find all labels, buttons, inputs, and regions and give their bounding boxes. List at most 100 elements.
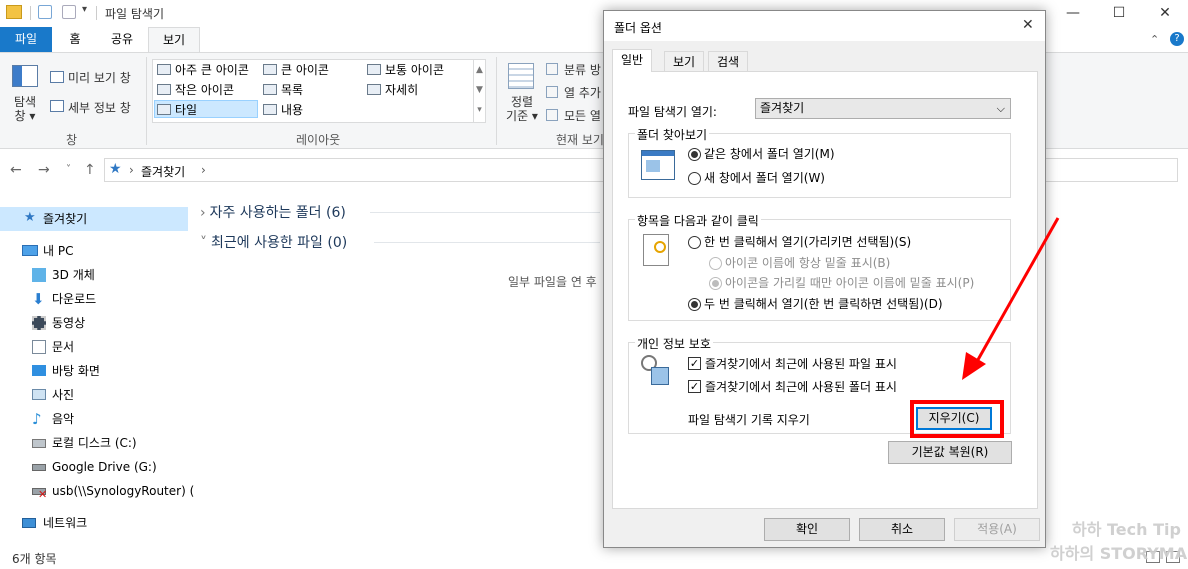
group-header-frequent[interactable]: › 자주 사용하는 폴더 (6): [200, 202, 346, 222]
details-pane-button[interactable]: 세부 정보 창: [68, 99, 131, 116]
layout-content[interactable]: 내용: [261, 101, 303, 119]
show-frequent-folders-checkbox[interactable]: ✓ 즐겨찾기에서 최근에 사용된 폴더 표시: [688, 379, 897, 395]
minimize-button[interactable]: —: [1050, 0, 1096, 26]
sidebar-item-desktop[interactable]: 바탕 화면: [0, 359, 188, 383]
open-explorer-select[interactable]: 즐겨찾기 ⌵: [755, 98, 1011, 119]
sidebar-item-local-disk[interactable]: 로컬 디스크 (C:): [0, 431, 188, 455]
document-icon: [32, 340, 46, 354]
breadcrumb-chevron-icon: ›: [129, 163, 134, 177]
preview-pane-icon: [50, 71, 64, 83]
sidebar-item-music[interactable]: ♪ 음악: [0, 407, 188, 431]
sidebar-item-network[interactable]: 네트워크: [0, 511, 188, 535]
preview-pane-button[interactable]: 미리 보기 창: [68, 69, 131, 86]
underline-always-radio[interactable]: 아이콘 이름에 항상 밑줄 표시(B): [709, 255, 890, 271]
layout-large-icons[interactable]: 큰 아이콘: [261, 61, 329, 79]
sidebar-item-downloads[interactable]: ⬇ 다운로드: [0, 287, 188, 311]
help-icon[interactable]: ?: [1170, 32, 1184, 46]
tab-home[interactable]: 홈: [56, 27, 94, 52]
double-click-radio[interactable]: 두 번 클릭해서 열기(한 번 클릭하면 선택됨)(D): [688, 296, 943, 312]
close-button[interactable]: ✕: [1142, 0, 1188, 26]
computer-icon: [22, 245, 38, 256]
gallery-scroll[interactable]: ▲ ▼ ▾: [473, 60, 485, 122]
content-icon: [263, 104, 277, 115]
show-recent-files-checkbox[interactable]: ✓ 즐겨찾기에서 최근에 사용된 파일 표시: [688, 356, 897, 372]
sidebar-item-pictures[interactable]: 사진: [0, 383, 188, 407]
add-columns-icon: [546, 86, 558, 98]
ok-button[interactable]: 확인: [764, 518, 850, 541]
layout-label: 내용: [281, 103, 304, 117]
empty-message: 일부 파일을 연 후: [508, 275, 597, 289]
sort-by-button[interactable]: 정렬 기준 ▾: [506, 95, 538, 123]
layout-label: 작은 아이콘: [175, 83, 235, 97]
breadcrumb-location[interactable]: 즐겨찾기: [141, 163, 185, 180]
sidebar-item-google-drive[interactable]: Google Drive (G:): [0, 455, 188, 479]
restore-defaults-button[interactable]: 기본값 복원(R): [888, 441, 1012, 464]
ribbon-collapse-icon[interactable]: ⌃: [1150, 33, 1159, 46]
navigation-pane-button[interactable]: 탐색 창 ▾: [10, 95, 40, 123]
new-folder-icon[interactable]: [62, 5, 76, 19]
tab-share[interactable]: 공유: [100, 27, 144, 52]
sidebar-item-this-pc[interactable]: 내 PC: [0, 239, 188, 263]
size-columns-button[interactable]: 모든 열: [564, 107, 601, 124]
sidebar-item-network-drive[interactable]: ✕ usb(\\SynologyRouter) (: [0, 479, 194, 503]
group-header-label: 최근에 사용한 파일 (0): [211, 235, 348, 251]
general-tab-page: 파일 탐색기 열기: 즐겨찾기 ⌵ 폴더 찾아보기 같은 창에서 폴더 열기(M…: [612, 71, 1038, 509]
layout-list[interactable]: 목록: [261, 81, 303, 99]
layout-small-icons[interactable]: 작은 아이콘: [155, 81, 234, 99]
tab-view[interactable]: 보기: [148, 27, 200, 52]
checkmark-icon: ✓: [688, 357, 701, 370]
layout-details[interactable]: 자세히: [365, 81, 418, 99]
maximize-button[interactable]: ☐: [1096, 0, 1142, 26]
sidebar-item-quick-access[interactable]: ★ 즐겨찾기: [0, 207, 188, 231]
group-divider: [374, 242, 600, 243]
cancel-button[interactable]: 취소: [859, 518, 945, 541]
apply-button[interactable]: 적용(A): [954, 518, 1040, 541]
privacy-group: 개인 정보 보호 ✓ 즐겨찾기에서 최근에 사용된 파일 표시 ✓ 즐겨찾기에서 최…: [628, 335, 1011, 438]
size-columns-icon: [546, 109, 558, 121]
folder-icon: [6, 5, 22, 19]
dialog-tab-general[interactable]: 일반: [612, 49, 653, 72]
properties-icon[interactable]: [38, 5, 52, 19]
layout-tiles[interactable]: 타일: [154, 100, 258, 118]
checkbox-label: 즐겨찾기에서 최근에 사용된 폴더 표시: [705, 380, 897, 394]
checkmark-icon: ✓: [688, 380, 701, 393]
add-columns-button[interactable]: 열 추가: [564, 84, 601, 101]
current-view-group-label: 현재 보기: [556, 133, 604, 147]
group-header-recent[interactable]: ˅ 최근에 사용한 파일 (0): [200, 232, 347, 252]
group-header-label: 자주 사용하는 폴더 (6): [209, 205, 346, 221]
layout-extra-large-icons[interactable]: 아주 큰 아이콘: [155, 61, 249, 79]
single-click-radio[interactable]: 한 번 클릭해서 열기(가리키면 선택됨)(S): [688, 234, 911, 250]
radio-label: 새 창에서 폴더 열기(W): [704, 171, 825, 185]
sidebar-item-3d-objects[interactable]: 3D 개체: [0, 263, 188, 287]
picture-icon: [32, 389, 46, 400]
forward-arrow-icon[interactable]: →: [38, 162, 50, 178]
sidebar-item-videos[interactable]: 동영상: [0, 311, 188, 335]
tab-file[interactable]: 파일: [0, 27, 52, 52]
screen: ▾ 파일 탐색기 — ☐ ✕ 파일 홈 공유 보기 ⌃ ? 탐색 창 ▾ 미리 …: [0, 0, 1188, 569]
underline-hover-radio[interactable]: 아이콘을 가리킬 때만 아이콘 이름에 밑줄 표시(P): [709, 275, 974, 291]
error-x-icon: ✕: [38, 488, 48, 501]
up-arrow-icon[interactable]: ↑: [84, 162, 96, 178]
qat-divider-2: [96, 6, 97, 20]
sidebar-item-label: 즐겨찾기: [43, 212, 88, 226]
group-by-button[interactable]: 분류 방: [564, 61, 601, 78]
dialog-tab-view[interactable]: 보기: [664, 51, 705, 71]
browse-same-window-radio[interactable]: 같은 창에서 폴더 열기(M): [688, 146, 835, 162]
back-arrow-icon[interactable]: ←: [10, 162, 22, 178]
sidebar-item-documents[interactable]: 문서: [0, 335, 188, 359]
recent-locations-icon[interactable]: ˅: [66, 164, 71, 175]
drive-icon: [32, 464, 46, 471]
small-icons-icon: [157, 84, 171, 95]
star-icon: ★: [109, 161, 122, 177]
layout-medium-icons[interactable]: 보통 아이콘: [365, 61, 444, 79]
dialog-tab-search[interactable]: 검색: [708, 51, 749, 71]
large-icons-icon: [263, 64, 277, 75]
sidebar-item-label: 내 PC: [43, 244, 74, 258]
radio-label: 같은 창에서 폴더 열기(M): [704, 147, 835, 161]
browse-new-window-radio[interactable]: 새 창에서 폴더 열기(W): [688, 170, 825, 186]
sidebar-item-label: 로컬 디스크 (C:): [52, 436, 137, 450]
sort-by-icon: [508, 63, 534, 89]
qat-dropdown-icon[interactable]: ▾: [82, 4, 87, 15]
extra-large-icons-icon: [157, 64, 171, 75]
dialog-close-icon[interactable]: ✕: [1022, 17, 1034, 33]
